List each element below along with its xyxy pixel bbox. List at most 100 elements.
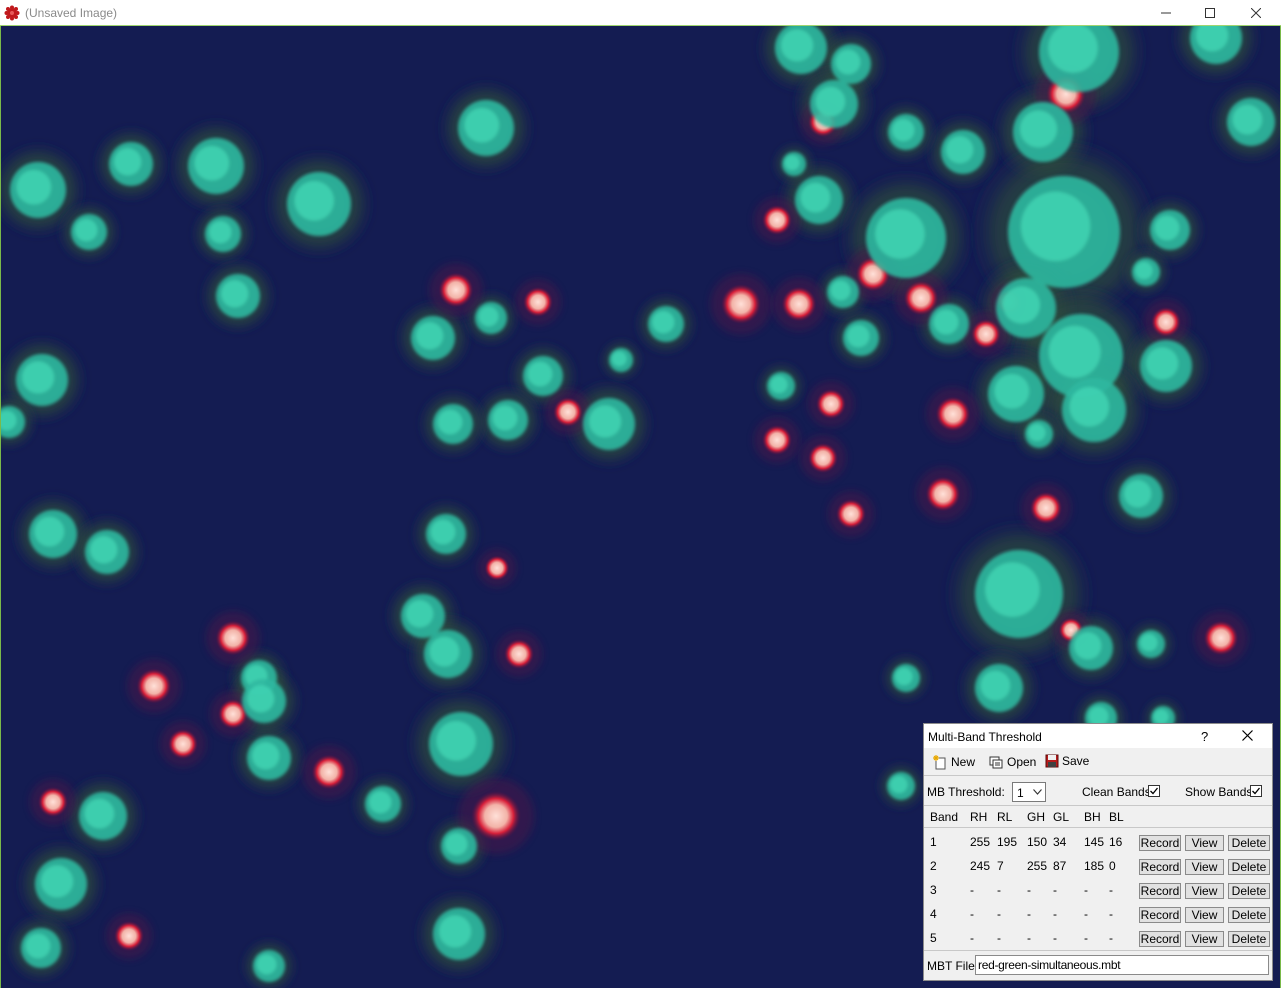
cell-blob [1145,347,1179,380]
cell-blob [471,791,521,841]
record-button-band-1[interactable]: Record [1139,835,1181,851]
cell-blob [1028,423,1046,442]
cell-blob [808,443,838,473]
dialog-titlebar[interactable]: Multi-Band Threshold ? [924,724,1272,748]
cell-blob [925,476,961,512]
delete-button-band-4[interactable]: Delete [1228,907,1270,923]
view-button-band-4[interactable]: View [1185,907,1224,923]
new-label: New [951,755,976,769]
cell-gh: - [1027,883,1031,897]
checkmark-icon [1150,787,1159,795]
cell-blob [416,322,444,350]
threshold-controls: MB Threshold: 1 Clean Bands Show Bands [924,780,1272,804]
cell-blob [985,562,1040,617]
cell-blob [830,280,851,301]
view-button-band-1[interactable]: View [1185,835,1224,851]
cell-blob [1154,215,1180,241]
minimize-icon [1161,12,1171,13]
cell-blob [504,639,534,669]
clean-bands-label: Clean Bands [1082,785,1151,799]
cell-gl: - [1053,907,1057,921]
separator [924,827,1272,828]
delete-button-band-1[interactable]: Delete [1228,835,1270,851]
cell-blob [588,405,622,438]
cell-blob [1151,307,1181,337]
cell-blob [256,954,277,975]
mbt-file-row: MBT File: red-green-simultaneous.mbt [924,954,1272,978]
cell-blob [994,373,1030,409]
cell-blob [1232,104,1263,135]
cell-blob [215,620,251,656]
cell-blob [429,636,460,667]
cell-blob [1069,386,1110,427]
close-button[interactable] [1233,0,1279,25]
cell-blob [406,600,434,628]
delete-button-band-2[interactable]: Delete [1228,859,1270,875]
save-button[interactable]: Save [1045,754,1089,768]
cell-blob [933,309,959,335]
view-button-band-5[interactable]: View [1185,931,1224,947]
cell-blob [311,754,347,790]
cell-blob [1135,261,1153,280]
cell-blob [484,555,510,581]
cell-bl: - [1109,883,1113,897]
cell-blob [1048,325,1101,378]
cell-blob [971,319,1001,349]
open-label: Open [1007,755,1037,769]
window-title: (Unsaved Image) [25,6,118,20]
cell-gh: - [1027,931,1031,945]
cell-blob [90,536,118,564]
record-button-band-2[interactable]: Record [1139,859,1181,875]
dialog-close-icon[interactable] [1242,730,1253,741]
separator [924,805,1272,806]
cell-blob [1153,709,1169,725]
dialog-toolbar: New Open Save [924,749,1272,776]
dialog-title: Multi-Band Threshold [928,730,1042,744]
separator [924,950,1272,951]
cell-blob [436,720,477,761]
cell-blob [895,667,913,686]
mbt-file-label: MBT File: [927,959,979,973]
cell-bl: - [1109,931,1113,945]
close-icon [1251,7,1261,18]
view-button-band-3[interactable]: View [1185,883,1224,899]
cell-band: 3 [930,883,937,897]
open-button[interactable]: Open [988,754,1036,770]
cell-bh: 145 [1084,835,1105,849]
cell-blob [836,499,866,529]
cell-rh: 255 [970,835,991,849]
cell-blob [762,205,792,235]
mb-threshold-select[interactable]: 1 [1012,782,1046,802]
window-titlebar[interactable]: (Unsaved Image) [0,0,1281,26]
cell-blob [903,280,939,316]
record-button-band-3[interactable]: Record [1139,883,1181,899]
delete-button-band-3[interactable]: Delete [1228,883,1270,899]
cell-blob [946,136,974,164]
cell-bh: 185 [1084,859,1105,873]
save-disk-icon [1045,754,1059,768]
cell-gl: 34 [1053,835,1067,849]
mbt-file-input[interactable]: red-green-simultaneous.mbt [975,955,1269,975]
record-button-band-4[interactable]: Record [1139,907,1181,923]
header-band: Band [930,810,959,824]
cell-blob [247,685,275,713]
delete-button-band-5[interactable]: Delete [1228,931,1270,947]
show-bands-checkbox[interactable] [1250,785,1262,797]
record-button-band-5[interactable]: Record [1139,931,1181,947]
cell-gh: 255 [1027,859,1048,873]
cell-rh: - [970,907,974,921]
help-button[interactable]: ? [1201,729,1208,744]
cell-blob [84,798,115,829]
maximize-button[interactable] [1187,0,1233,25]
cell-blob [890,775,908,794]
clean-bands-checkbox[interactable] [1148,785,1160,797]
minimize-button[interactable] [1143,0,1189,25]
cell-blob [168,729,198,759]
cell-blob [75,219,98,242]
new-button[interactable]: New [932,754,975,770]
cell-blob [114,921,144,951]
cell-bl: 16 [1109,835,1123,849]
cell-blob [1002,286,1041,324]
view-button-band-2[interactable]: View [1185,859,1224,875]
multi-band-threshold-dialog[interactable]: Multi-Band Threshold ? New Open Save MB … [923,723,1273,981]
